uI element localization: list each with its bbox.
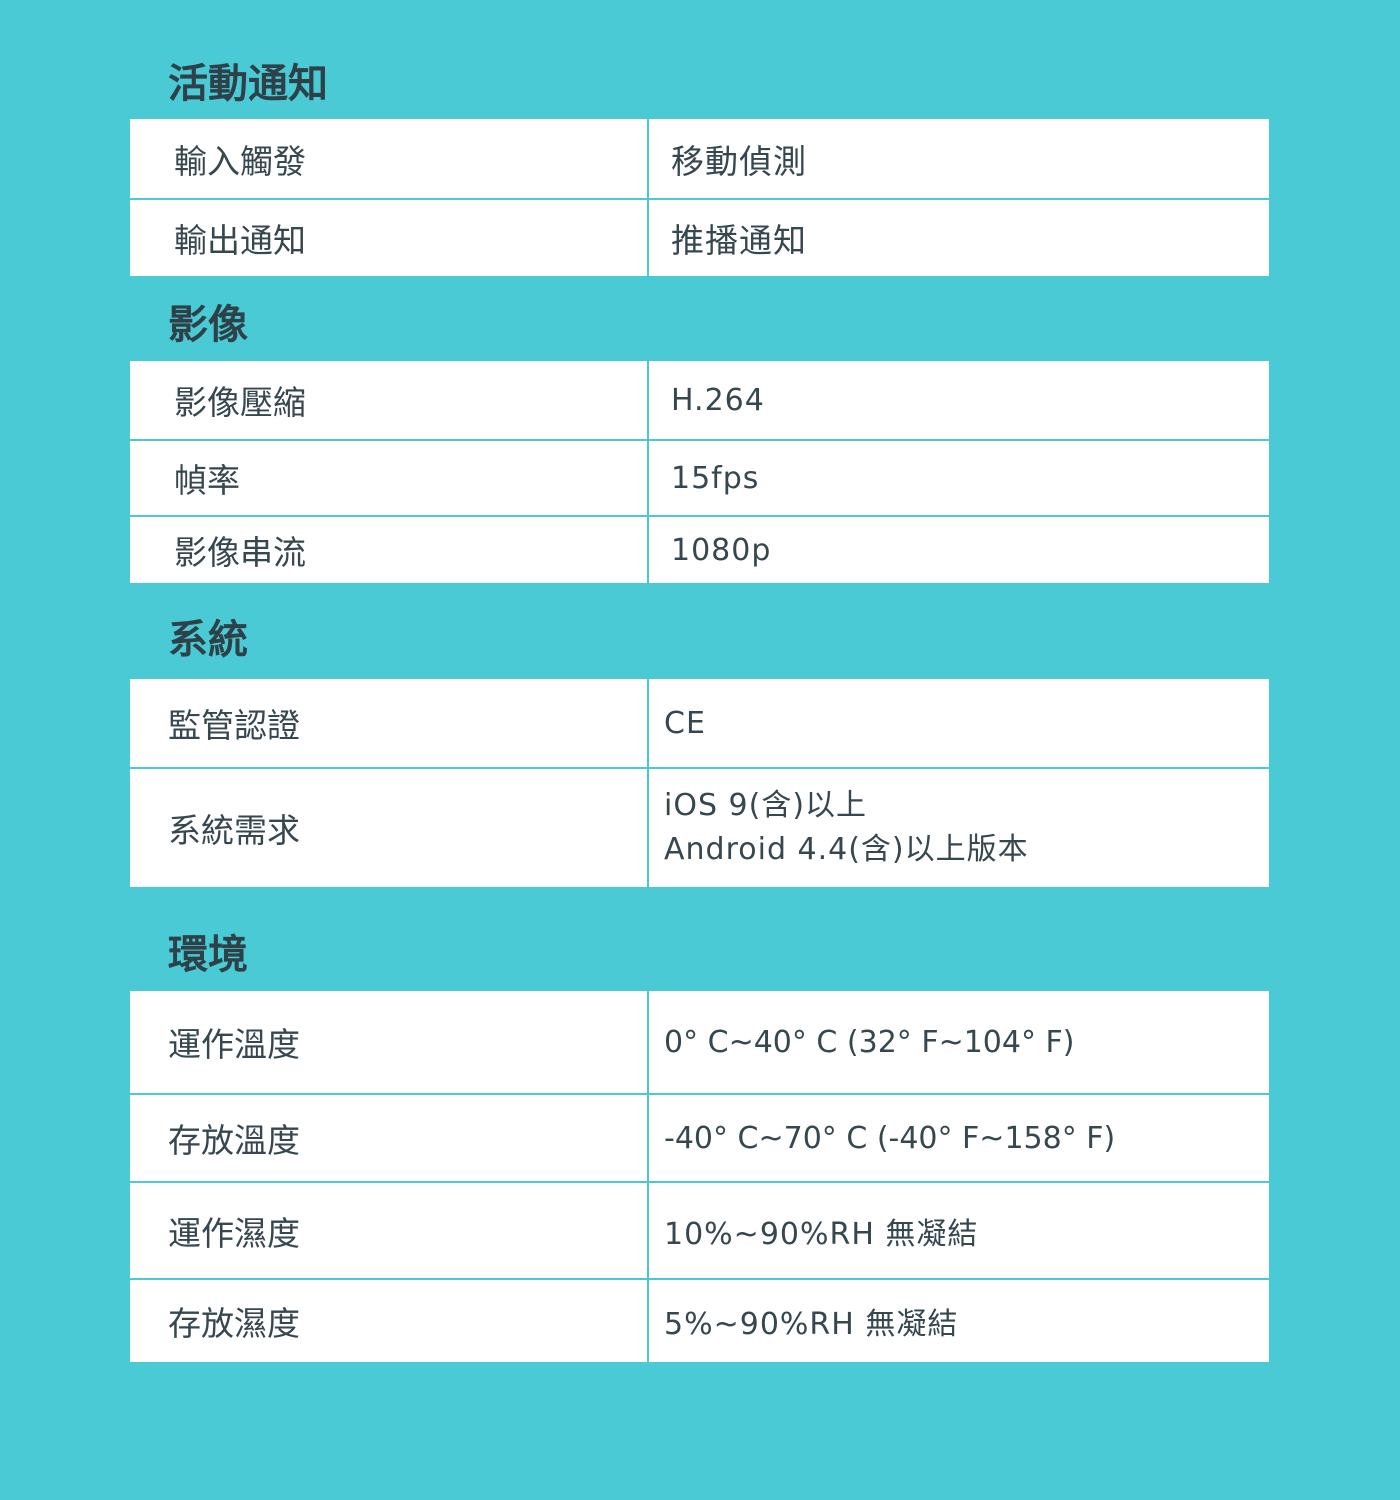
value-line: iOS 9(含)以上 (664, 788, 868, 823)
table-row: 監管認證 CE (130, 679, 1269, 767)
table-row: 影像壓縮 H.264 (130, 361, 1269, 439)
row-label: 輸出通知 (130, 200, 649, 276)
row-value: CE (664, 705, 706, 741)
value-line: Android 4.4(含)以上版本 (664, 832, 1029, 867)
table-row: 存放溫度 -40° C~70° C (-40° F~158° F) (130, 1093, 1269, 1181)
row-value: H.264 (671, 382, 765, 418)
table-row: 輸出通知 推播通知 (130, 198, 1269, 276)
spec-table-video: 影像壓縮 H.264 幀率 15fps 影像串流 1080p (130, 361, 1269, 583)
table-row: 系統需求 iOS 9(含)以上 Android 4.4(含)以上版本 (130, 767, 1269, 887)
row-label: 幀率 (130, 441, 649, 515)
row-value: 移動偵測 (671, 141, 807, 181)
row-label: 輸入觸發 (130, 119, 649, 198)
table-row: 輸入觸發 移動偵測 (130, 119, 1269, 198)
table-row: 存放濕度 5%~90%RH 無凝結 (130, 1278, 1269, 1362)
row-label: 影像壓縮 (130, 361, 649, 439)
row-label: 存放溫度 (130, 1095, 649, 1181)
row-value-lines: iOS 9(含)以上 Android 4.4(含)以上版本 (664, 784, 1029, 872)
row-value: 15fps (671, 460, 760, 496)
row-value: -40° C~70° C (-40° F~158° F) (664, 1120, 1116, 1156)
row-label: 系統需求 (130, 769, 649, 887)
row-label: 監管認證 (130, 679, 649, 767)
row-value: 推播通知 (671, 221, 807, 260)
spec-table-system: 監管認證 CE 系統需求 iOS 9(含)以上 Android 4.4(含)以上… (130, 679, 1269, 887)
table-row: 運作濕度 10%~90%RH 無凝結 (130, 1181, 1269, 1278)
section-title-environment: 環境 (168, 932, 248, 978)
row-value: 0° C~40° C (32° F~104° F) (664, 1024, 1075, 1060)
section-title-activity-notification: 活動通知 (168, 61, 328, 107)
section-title-system: 系統 (168, 617, 248, 663)
row-value: 10%~90%RH 無凝結 (664, 1216, 979, 1252)
table-row: 運作溫度 0° C~40° C (32° F~104° F) (130, 991, 1269, 1093)
row-value: iOS 9(含)以上 Android 4.4(含)以上版本 (649, 769, 1269, 887)
row-value: 5%~90%RH 無凝結 (664, 1307, 959, 1342)
row-label: 運作溫度 (130, 991, 649, 1093)
table-row: 幀率 15fps (130, 439, 1269, 515)
row-label: 運作濕度 (130, 1183, 649, 1278)
row-label: 存放濕度 (130, 1280, 649, 1362)
spec-table-activity-notification: 輸入觸發 移動偵測 輸出通知 推播通知 (130, 119, 1269, 276)
section-title-video: 影像 (168, 302, 248, 348)
row-label: 影像串流 (130, 517, 649, 583)
spec-table-environment: 運作溫度 0° C~40° C (32° F~104° F) 存放溫度 -40°… (130, 991, 1269, 1362)
table-row: 影像串流 1080p (130, 515, 1269, 583)
row-value: 1080p (671, 532, 772, 568)
